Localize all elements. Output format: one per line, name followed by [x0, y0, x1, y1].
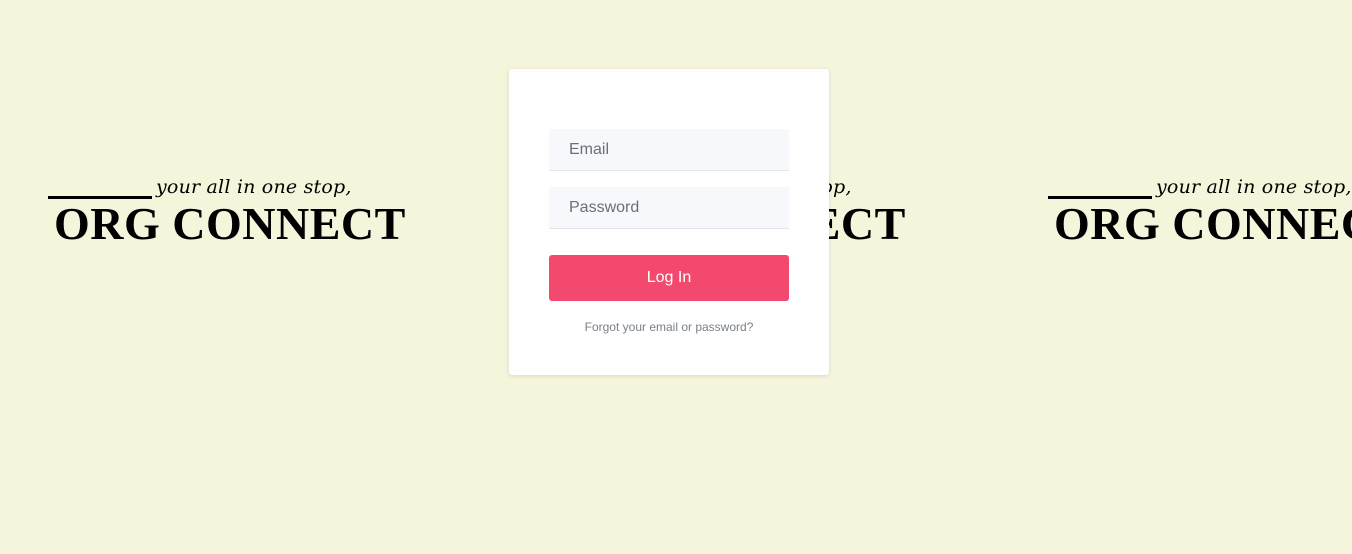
login-button[interactable]: Log In [549, 255, 789, 301]
login-card: Log In Forgot your email or password? [509, 69, 829, 375]
password-field[interactable] [549, 187, 789, 229]
background-logo-right: your all in one stop, ORG CONNECT [1048, 168, 1352, 249]
logo-tagline: your all in one stop, [156, 176, 352, 198]
logo-brand-name: ORG CONNECT [1054, 198, 1352, 249]
forgot-credentials-link[interactable]: Forgot your email or password? [509, 320, 829, 334]
email-field[interactable] [549, 129, 789, 171]
background-logo-left: your all in one stop, ORG CONNECT [48, 168, 405, 249]
logo-brand-name: ORG CONNECT [54, 198, 406, 249]
logo-tagline: your all in one stop, [1156, 176, 1352, 198]
